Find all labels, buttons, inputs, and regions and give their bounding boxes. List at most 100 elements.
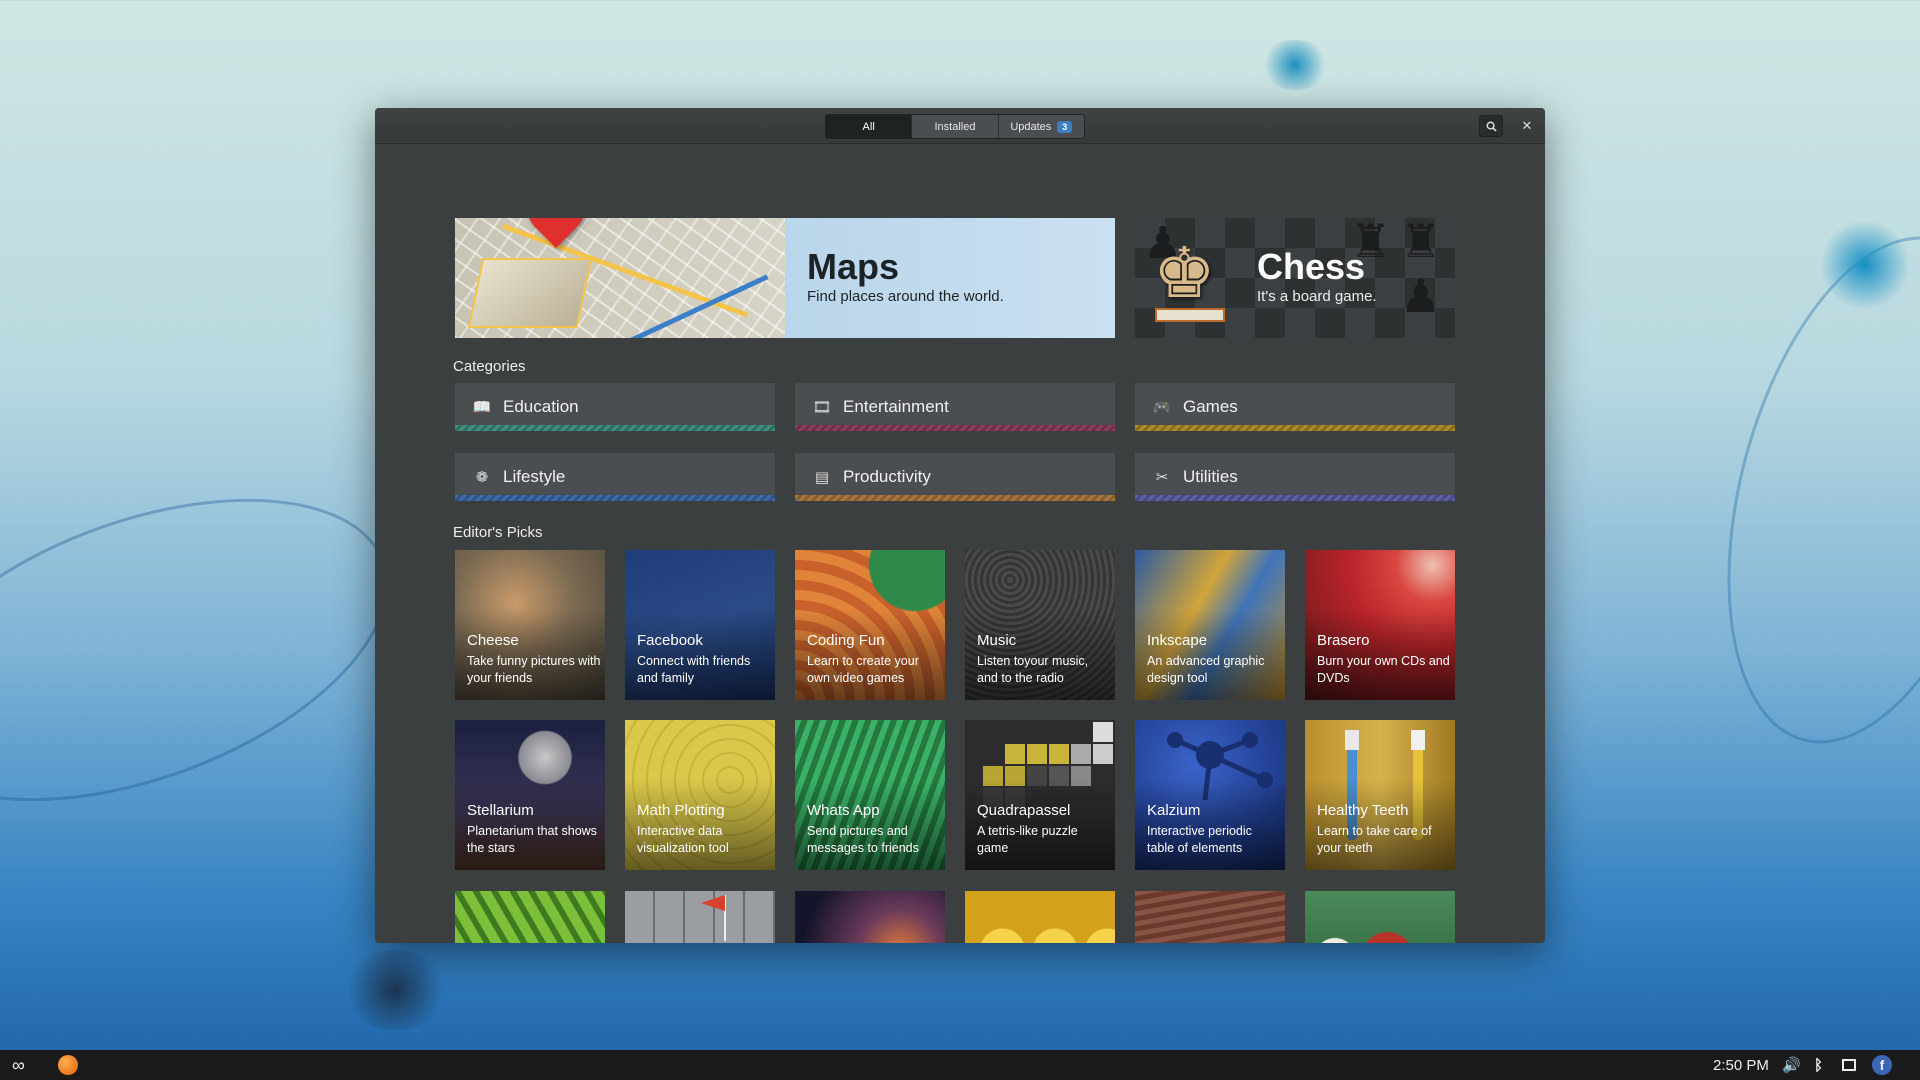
volume-button[interactable]: 🔊 <box>1782 1050 1801 1080</box>
editors-picks-heading: Editor's Picks <box>453 524 543 541</box>
category-label: Education <box>503 397 579 416</box>
wallpaper-ink-blot <box>1820 220 1910 310</box>
app-description: A tetris-like puzzle game <box>977 824 1078 855</box>
app-description: Take funny pictures with your friends <box>467 654 601 685</box>
category-color-bar <box>455 495 775 501</box>
search-icon <box>1486 121 1497 132</box>
app-tile-healthy-teeth[interactable]: Healthy Teeth Learn to take care of your… <box>1305 720 1455 870</box>
app-tile[interactable] <box>1305 891 1455 943</box>
app-tile[interactable] <box>1135 891 1285 943</box>
app-name: Inkscape <box>1147 632 1208 649</box>
tab-installed[interactable]: Installed <box>912 115 999 138</box>
facebook-tray-button[interactable]: f <box>1872 1050 1892 1080</box>
folded-map-icon <box>467 258 593 328</box>
volume-icon: 🔊 <box>1782 1057 1801 1074</box>
banner-title: Chess <box>1257 246 1366 287</box>
category-label: Entertainment <box>843 397 949 416</box>
app-tile[interactable] <box>795 891 945 943</box>
search-button[interactable] <box>1479 115 1503 137</box>
app-name: Music <box>977 632 1017 649</box>
window-icon <box>1842 1059 1856 1071</box>
category-entertainment[interactable]: 🎞 Entertainment <box>795 383 1115 431</box>
app-description: Interactive periodic table of elements <box>1147 824 1252 855</box>
tab-updates[interactable]: Updates 3 <box>999 115 1084 138</box>
app-tile-quadrapassel[interactable]: Quadrapassel A tetris-like puzzle game <box>965 720 1115 870</box>
tools-icon: ✂ <box>1155 469 1169 486</box>
app-description: An advanced graphic design tool <box>1147 654 1265 685</box>
featured-banner-maps[interactable]: ! Maps Find places around the world. <box>455 218 1115 338</box>
category-label: Utilities <box>1183 467 1238 486</box>
app-description: Planetarium that shows the stars <box>467 824 597 855</box>
app-tile-math-plotting[interactable]: Math Plotting Interactive data visualiza… <box>625 720 775 870</box>
app-name: Whats App <box>807 802 880 819</box>
category-label: Productivity <box>843 467 931 486</box>
featured-banner-chess[interactable]: ♟ ♜ ♜ ♟ ♚ Chess It's a board game. <box>1135 218 1455 338</box>
banner-subtitle: It's a board game. <box>1257 288 1377 305</box>
wallpaper-ink-blot <box>340 950 450 1030</box>
app-tile-facebook[interactable]: Facebook Connect with friends and family <box>625 550 775 700</box>
tab-label: Updates <box>1010 120 1052 133</box>
app-tile[interactable] <box>455 891 605 943</box>
categories-heading: Categories <box>453 358 526 375</box>
wallpaper-swirl <box>1677 205 1920 775</box>
view-tabs: All Installed Updates 3 <box>825 114 1085 139</box>
flag-icon <box>701 895 726 941</box>
app-launcher-button[interactable] <box>58 1050 78 1080</box>
app-tile-whats-app[interactable]: Whats App Send pictures and messages to … <box>795 720 945 870</box>
app-store-window: All Installed Updates 3 ✕ ! Maps <box>375 108 1545 943</box>
app-description: Send pictures and messages to friends <box>807 824 919 855</box>
app-name: Math Plotting <box>637 802 725 819</box>
app-tile-cheese[interactable]: Cheese Take funny pictures with your fri… <box>455 550 605 700</box>
updates-count-badge: 3 <box>1057 120 1073 133</box>
film-icon: 🎞 <box>812 399 832 416</box>
titlebar: All Installed Updates 3 ✕ <box>375 108 1545 144</box>
taskbar: ∞ 2:50 PM 🔊 ᛒ f <box>0 1050 1920 1080</box>
app-name: Cheese <box>467 632 519 649</box>
app-tile-inkscape[interactable]: Inkscape An advanced graphic design tool <box>1135 550 1285 700</box>
category-lifestyle[interactable]: ❁ Lifestyle <box>455 453 775 501</box>
app-tile-music[interactable]: Music Listen toyour music, and to the ra… <box>965 550 1115 700</box>
wallpaper-swirl <box>0 438 429 862</box>
app-tile-stellarium[interactable]: Stellarium Planetarium that shows the st… <box>455 720 605 870</box>
gamepad-icon: 🎮 <box>1152 399 1172 416</box>
app-name: Quadrapassel <box>977 802 1071 819</box>
app-tile-brasero[interactable]: Brasero Burn your own CDs and DVDs <box>1305 550 1455 700</box>
pawn-icon: ♟ <box>1400 270 1442 322</box>
wallpaper-ink-blot <box>1260 40 1330 90</box>
window-switcher-button[interactable] <box>1842 1050 1856 1080</box>
app-description: Connect with friends and family <box>637 654 751 685</box>
category-label: Lifestyle <box>503 467 566 486</box>
category-games[interactable]: 🎮 Games <box>1135 383 1455 431</box>
category-color-bar <box>1135 425 1455 431</box>
category-productivity[interactable]: ▤ Productivity <box>795 453 1115 501</box>
orange-ball-icon <box>58 1055 78 1075</box>
clock[interactable]: 2:50 PM <box>1713 1050 1769 1080</box>
category-color-bar <box>795 495 1115 501</box>
app-name: Kalzium <box>1147 802 1201 819</box>
banner-subtitle: Find places around the world. <box>807 288 1004 305</box>
close-button[interactable]: ✕ <box>1515 115 1539 137</box>
leaf-icon: ❁ <box>475 469 489 486</box>
category-education[interactable]: 📖 Education <box>455 383 775 431</box>
close-icon: ✕ <box>1521 118 1533 133</box>
app-name: Stellarium <box>467 802 534 819</box>
app-description: Learn to take care of your teeth <box>1317 824 1432 855</box>
app-tile[interactable] <box>625 891 775 943</box>
app-name: Healthy Teeth <box>1317 802 1409 819</box>
app-name: Facebook <box>637 632 703 649</box>
category-utilities[interactable]: ✂ Utilities <box>1135 453 1455 501</box>
app-description: Listen toyour music, and to the radio <box>977 654 1089 685</box>
bluetooth-icon: ᛒ <box>1814 1056 1824 1074</box>
system-menu-button[interactable]: ∞ <box>12 1050 25 1080</box>
app-tile-kalzium[interactable]: Kalzium Interactive periodic table of el… <box>1135 720 1285 870</box>
bluetooth-button[interactable]: ᛒ <box>1814 1050 1823 1080</box>
app-name: Coding Fun <box>807 632 885 649</box>
rook-icon: ♜ <box>1400 218 1442 267</box>
app-tile[interactable] <box>965 891 1115 943</box>
app-tile-coding-fun[interactable]: Coding Fun Learn to create your own vide… <box>795 550 945 700</box>
tab-all[interactable]: All <box>826 115 913 138</box>
tab-label: Installed <box>934 120 976 133</box>
clock-label: 2:50 PM <box>1713 1056 1769 1074</box>
tab-label: All <box>862 120 875 133</box>
app-description: Interactive data visualization tool <box>637 824 729 855</box>
